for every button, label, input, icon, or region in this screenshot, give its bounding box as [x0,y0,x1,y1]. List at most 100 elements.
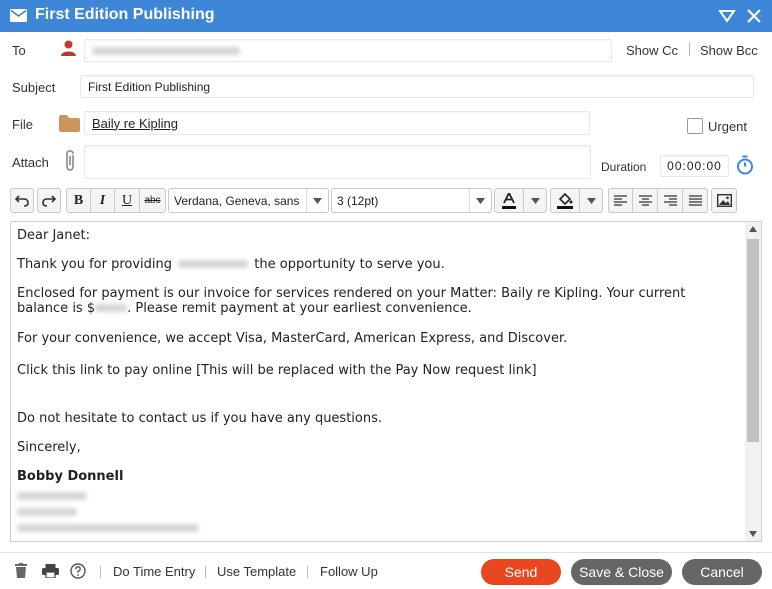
body-line: Enclosed for payment is our invoice for … [17,286,686,301]
show-bcc-link[interactable]: Show Bcc [700,43,758,58]
scroll-up-icon[interactable] [749,226,757,232]
cancel-label: Cancel [700,564,744,580]
duration-input[interactable]: 00:00:00 [660,155,729,177]
message-editor[interactable]: Dear Janet: Thank you for providing the … [10,221,762,542]
duration-label: Duration [601,160,647,174]
align-center-icon [638,195,652,206]
show-cc-link[interactable]: Show Cc [626,43,678,58]
redacted-text [17,508,77,516]
redacted-text [178,260,249,268]
send-button[interactable]: Send [481,559,561,585]
chevron-down-icon [530,197,540,204]
italic-button[interactable]: I [90,188,115,213]
stopwatch-icon[interactable] [736,155,754,175]
window-title: First Edition Publishing [35,6,215,23]
body-line: balance is $ . Please remit payment at yo… [17,301,472,316]
save-close-label: Save & Close [579,564,664,580]
minimize-icon[interactable] [718,8,736,24]
strikethrough-button[interactable]: abc [139,188,166,213]
body-line-1-start: Thank you for providing [17,257,172,272]
folder-icon[interactable] [59,115,80,132]
align-left-button[interactable] [608,188,633,213]
balance-line-end: . Please remit payment at your earliest … [127,301,472,316]
font-size-select[interactable]: 3 (12pt) [331,188,492,213]
title-bar: First Edition Publishing [0,0,772,32]
file-matter-link[interactable]: Baily re Kipling [92,116,178,131]
redacted-text [17,524,199,532]
close-icon[interactable] [745,8,763,24]
body-line: Thank you for providing the opportunity … [17,257,445,272]
underline-button[interactable]: U [114,188,140,213]
scrollbar-thumb[interactable] [747,239,759,442]
highlight-color-button[interactable] [550,188,580,213]
scrollbar[interactable] [745,222,761,541]
to-field[interactable] [84,39,612,62]
redo-icon [42,194,56,207]
file-field[interactable]: Baily re Kipling [84,111,590,135]
signature-line [17,505,77,520]
align-right-button[interactable] [657,188,683,213]
divider [100,566,101,578]
text-color-button[interactable] [494,188,524,213]
text-color-icon [502,192,516,209]
body-line: Do not hesitate to contact us if you hav… [17,411,383,426]
font-family-value: Verdana, Geneva, sans [174,193,300,208]
to-recipient-redacted [92,46,240,55]
duration-value: 00:00:00 [667,159,722,173]
text-color-dropdown[interactable] [523,188,547,213]
divider [689,42,690,56]
footer-divider [0,552,772,553]
divider [307,566,308,578]
justify-button[interactable] [682,188,708,213]
body-line-1-end: the opportunity to serve you. [254,257,445,272]
send-label: Send [504,564,538,580]
attach-field[interactable] [84,145,591,179]
align-left-icon [614,195,627,206]
underline-label: U [121,192,133,208]
bold-button[interactable]: B [66,188,91,213]
chevron-down-icon [586,197,596,204]
font-size-value: 3 (12pt) [337,193,379,208]
highlight-color-dropdown[interactable] [579,188,603,213]
image-icon [716,194,732,207]
chevron-down-icon [306,189,328,212]
paint-bucket-icon [557,192,573,209]
pay-online-line: Click this link to pay online [This will… [17,363,537,378]
redacted-amount [95,304,128,312]
urgent-label: Urgent [708,119,748,134]
contact-icon[interactable] [61,40,76,56]
do-time-entry-link[interactable]: Do Time Entry [113,564,195,579]
font-family-select[interactable]: Verdana, Geneva, sans [168,188,329,213]
align-center-button[interactable] [632,188,658,213]
trash-icon[interactable] [15,563,27,578]
to-label: To [12,43,26,58]
cancel-button[interactable]: Cancel [682,559,762,585]
signature-line [17,521,199,536]
use-template-link[interactable]: Use Template [217,564,296,579]
undo-icon [15,194,29,207]
strikethrough-label: abc [144,195,161,206]
greeting-text: Dear Janet: [17,228,90,243]
save-close-button[interactable]: Save & Close [571,559,672,585]
insert-image-button[interactable] [711,188,737,213]
follow-up-link[interactable]: Follow Up [320,564,378,579]
mail-icon [10,9,27,22]
undo-button[interactable] [10,188,34,213]
signature-line [17,489,87,504]
balance-label: balance is $ [17,301,96,316]
paperclip-icon[interactable] [63,149,77,173]
body-line: For your convenience, we accept Visa, Ma… [17,331,568,346]
signature-name: Bobby Donnell [17,469,124,484]
file-label: File [12,117,33,132]
subject-value: First Edition Publishing [88,79,211,94]
help-icon[interactable] [70,563,86,579]
align-right-icon [663,195,677,206]
subject-field[interactable]: First Edition Publishing [80,75,754,98]
redacted-text [17,492,87,500]
redo-button[interactable] [37,188,61,213]
print-icon[interactable] [42,564,59,578]
attach-label: Attach [12,155,49,170]
urgent-checkbox[interactable] [687,118,703,134]
italic-label: I [99,192,106,208]
scroll-down-icon[interactable] [749,531,757,537]
